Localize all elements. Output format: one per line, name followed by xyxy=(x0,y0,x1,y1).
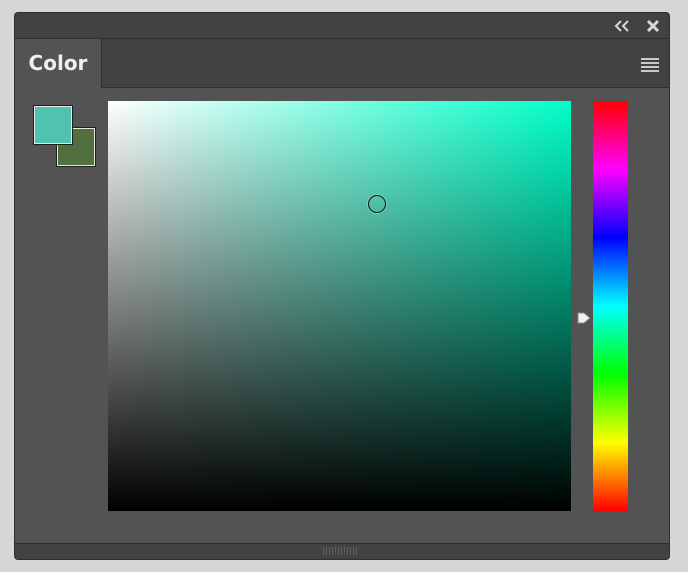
hue-slider[interactable] xyxy=(593,101,628,511)
panel-bottom-bar xyxy=(15,543,669,559)
hue-slider-handle-icon[interactable] xyxy=(576,310,592,326)
color-picker-ring[interactable] xyxy=(367,194,386,213)
saturation-brightness-field[interactable] xyxy=(108,101,571,511)
tab-color[interactable]: Color xyxy=(15,39,102,88)
hamburger-menu-icon[interactable] xyxy=(639,55,661,73)
double-chevron-left-icon[interactable] xyxy=(613,18,631,32)
foreground-color-swatch[interactable] xyxy=(33,105,73,145)
field-black-gradient xyxy=(108,101,571,511)
panel-tab-row: Color xyxy=(15,39,669,88)
color-panel: Color xyxy=(14,12,670,560)
close-icon[interactable] xyxy=(645,18,661,34)
panel-title-bar[interactable] xyxy=(15,13,669,39)
resize-grip-icon[interactable] xyxy=(323,547,359,555)
